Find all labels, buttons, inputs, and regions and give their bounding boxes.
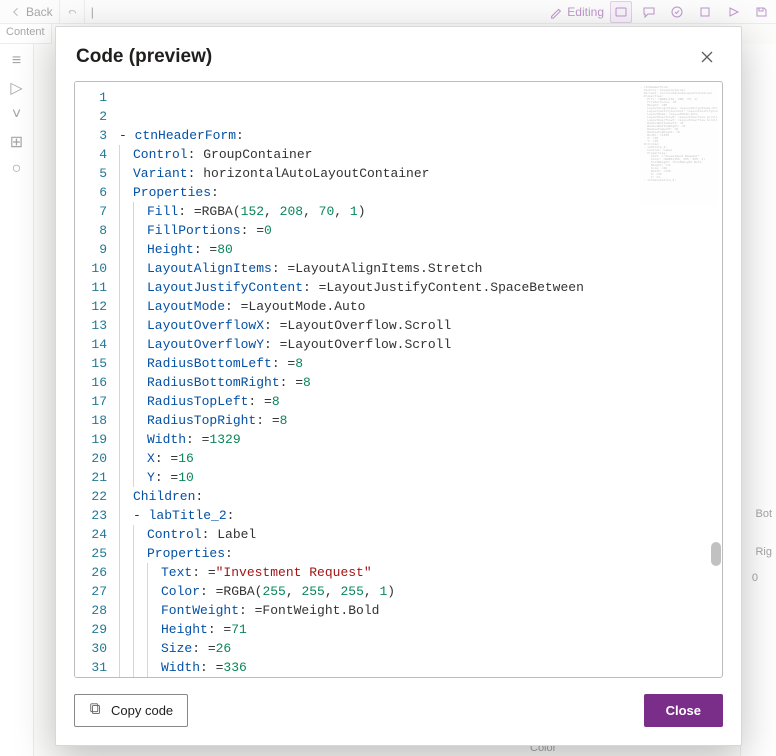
line-gutter: 1234567891011121314151617181920212223242… [75,82,115,677]
code-line: LayoutOverflowX: =LayoutOverflow.Scroll [119,316,718,335]
code-line: Color: =RGBA(255, 255, 255, 1) [119,582,718,601]
code-line: - ctnHeaderForm: [119,126,718,145]
code-line: Children: [119,487,718,506]
scrollbar-thumb[interactable] [711,542,721,566]
code-line: - labTitle_2: [119,506,718,525]
close-button[interactable]: Close [644,694,723,727]
modal-header: Code (preview) [56,27,741,81]
code-line: LayoutOverflowY: =LayoutOverflow.Scroll [119,335,718,354]
modal-footer: Copy code Close [56,678,741,745]
code-line: LayoutMode: =LayoutMode.Auto [119,297,718,316]
code-line: FillPortions: =0 [119,221,718,240]
copy-icon [89,702,103,719]
code-line: Control: GroupContainer [119,145,718,164]
copy-label: Copy code [111,703,173,718]
code-line: LayoutJustifyContent: =LayoutJustifyCont… [119,278,718,297]
code-line: Height: =71 [119,620,718,639]
code-line: Y: =10 [119,468,718,487]
code-line: Height: =80 [119,240,718,259]
code-line: Fill: =RGBA(152, 208, 70, 1) [119,202,718,221]
code-line: LayoutAlignItems: =LayoutAlignItems.Stre… [119,259,718,278]
copy-code-button[interactable]: Copy code [74,694,188,727]
code-line: FontWeight: =FontWeight.Bold [119,601,718,620]
code-line: Width: =1329 [119,430,718,449]
code-editor[interactable]: 1234567891011121314151617181920212223242… [74,81,723,678]
code-line: RadiusTopLeft: =8 [119,392,718,411]
code-line: Text: ="Investment Request" [119,563,718,582]
code-line: Size: =26 [119,639,718,658]
code-line: Control: Label [119,525,718,544]
code-line: RadiusBottomLeft: =8 [119,354,718,373]
close-icon[interactable] [693,43,721,71]
code-line: Properties: [119,544,718,563]
code-preview-modal: Code (preview) 1234567891011121314151617… [55,26,742,746]
modal-title: Code (preview) [76,46,212,68]
code-line: X: =16 [119,449,718,468]
code-line: RadiusTopRight: =8 [119,411,718,430]
code-content[interactable]: - ctnHeaderForm:Control: GroupContainerV… [115,82,722,677]
code-line: Variant: horizontalAutoLayoutContainer [119,164,718,183]
code-line: RadiusBottomRight: =8 [119,373,718,392]
code-line: Properties: [119,183,718,202]
code-line: Width: =336 [119,658,718,677]
